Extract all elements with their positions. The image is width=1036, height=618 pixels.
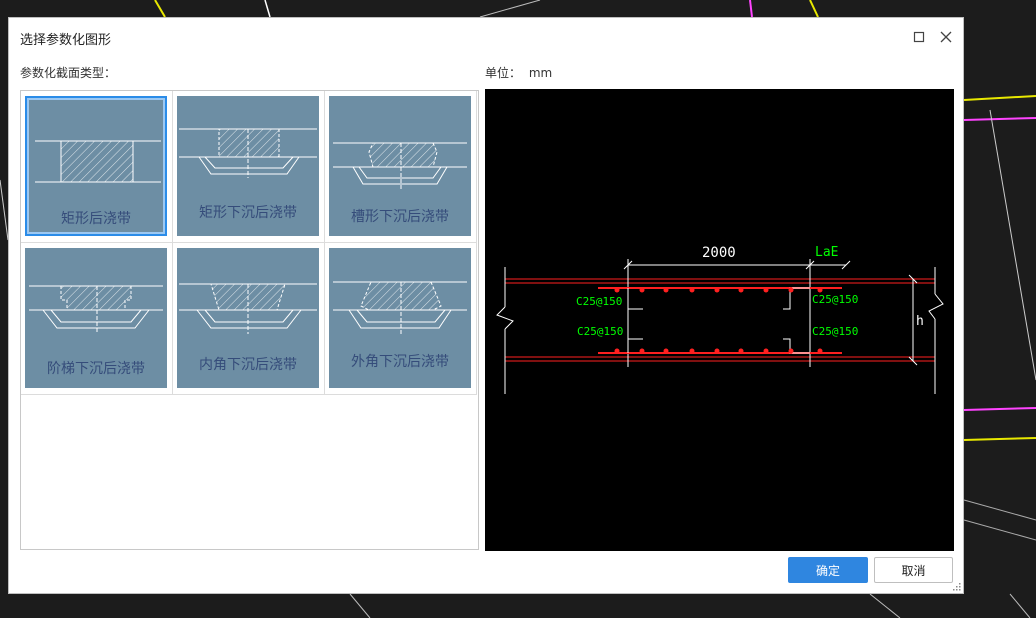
rebar-label-bottom-right: C25@150 — [812, 325, 858, 338]
section-type-label: 参数化截面类型： — [20, 66, 117, 80]
shape-label: 槽形下沉后浇带 — [351, 209, 449, 225]
pour-strip-drawing: h 2000 LaE C25@150 C25@150 C25@150 C25@1… — [496, 245, 944, 394]
shape-thumbnail: 槽形下沉后浇带 — [329, 96, 471, 236]
close-icon[interactable] — [935, 26, 957, 48]
shape-option-rect[interactable]: 矩形后浇带 — [21, 91, 173, 243]
unit-value: mm — [528, 66, 553, 80]
maximize-icon[interactable] — [908, 26, 930, 48]
unit-label: 单位： mm — [485, 64, 552, 81]
rebar-label-top-left: C25@150 — [576, 295, 622, 308]
shape-option-outer-corner-sunken[interactable]: 外角下沉后浇带 — [325, 243, 477, 395]
shape-thumbnail: 阶梯下沉后浇带 — [25, 248, 167, 388]
width-dimension-label: 2000 — [702, 245, 736, 261]
rebar-label-bottom-left: C25@150 — [577, 325, 623, 338]
unit-label-text: 单位： — [485, 66, 522, 80]
shape-thumbnail: 矩形后浇带 — [25, 96, 167, 236]
select-parametric-shape-dialog: 选择参数化图形 参数化截面类型： 单位： mm 矩形后浇带 矩形下沉后浇带 槽形… — [8, 17, 964, 594]
shape-option-groove-sunken[interactable]: 槽形下沉后浇带 — [325, 91, 477, 243]
shape-label: 内角下沉后浇带 — [199, 357, 297, 373]
resize-grip-icon[interactable] — [953, 583, 961, 591]
shape-thumbnail: 内角下沉后浇带 — [177, 248, 319, 388]
cancel-button[interactable]: 取消 — [874, 557, 953, 583]
h-dimension-label: h — [916, 314, 924, 329]
ok-button[interactable]: 确定 — [788, 557, 868, 583]
preview-canvas: h 2000 LaE C25@150 C25@150 C25@150 C25@1… — [485, 89, 954, 551]
shape-option-step-sunken[interactable]: 阶梯下沉后浇带 — [21, 243, 173, 395]
shape-label: 外角下沉后浇带 — [351, 354, 449, 370]
dialog-title: 选择参数化图形 — [20, 33, 112, 48]
shape-option-inner-corner-sunken[interactable]: 内角下沉后浇带 — [173, 243, 325, 395]
lae-dimension-label: LaE — [815, 245, 838, 260]
shape-label: 矩形下沉后浇带 — [199, 205, 297, 221]
shape-option-rect-sunken[interactable]: 矩形下沉后浇带 — [173, 91, 325, 243]
shape-label: 矩形后浇带 — [61, 211, 131, 227]
shape-grid: 矩形后浇带 矩形下沉后浇带 槽形下沉后浇带 阶梯下沉后浇带 内角下沉后浇带 外角… — [20, 90, 479, 550]
shape-thumbnail: 外角下沉后浇带 — [329, 248, 471, 388]
rebar-label-top-right: C25@150 — [812, 293, 858, 306]
shape-label: 阶梯下沉后浇带 — [47, 361, 145, 377]
shape-thumbnail: 矩形下沉后浇带 — [177, 96, 319, 236]
